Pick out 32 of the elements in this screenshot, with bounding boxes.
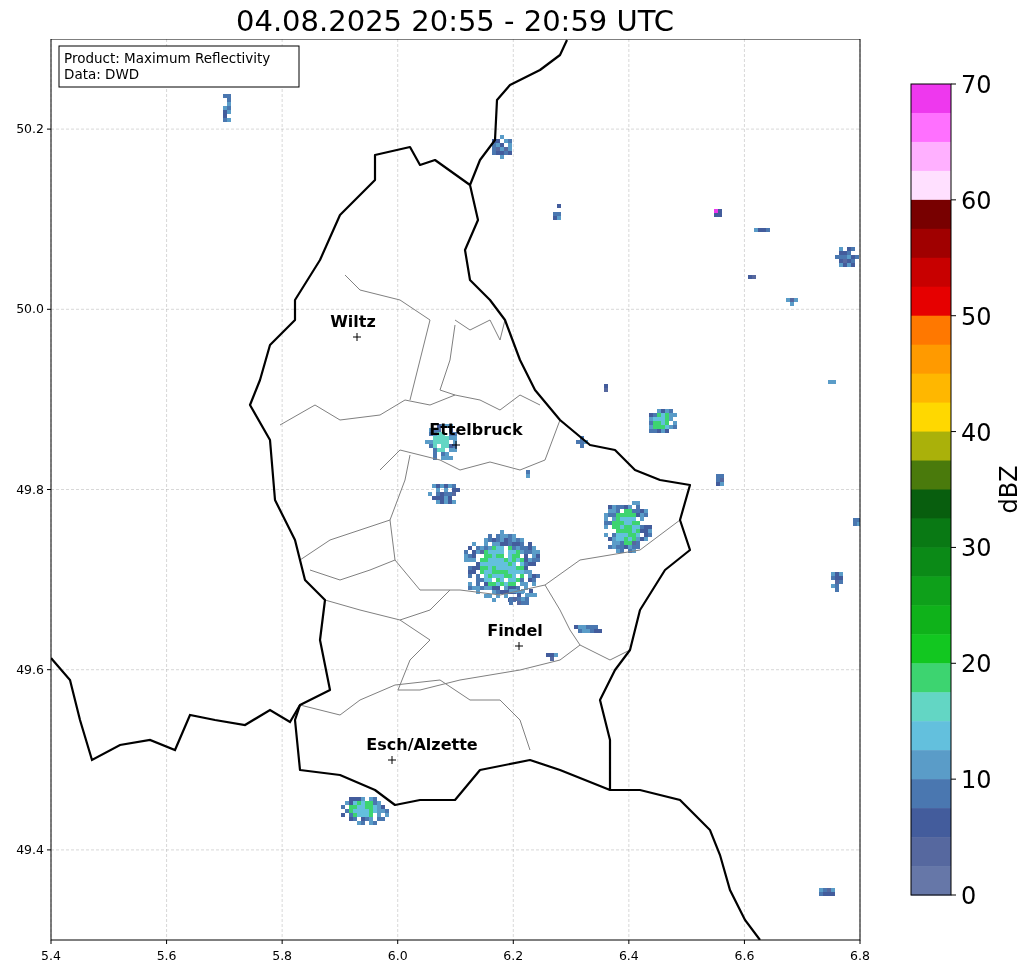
city-label: Esch/Alzette [366,735,478,754]
x-tick-label: 6.0 [387,948,408,963]
chart-title: 04.08.2025 20:55 - 20:59 UTC [236,3,674,39]
city-marker-icon [514,641,524,651]
colorbar-tick-label: 40 [961,418,992,447]
x-tick-label: 5.8 [272,948,293,963]
y-tick-label: 49.6 [16,661,44,677]
x-tick-label: 6.4 [618,948,639,963]
city-label: Findel [487,621,543,640]
colorbar-tick-label: 30 [961,534,992,563]
info-text: Product: Maximum Reflectivity [64,50,271,66]
info-text: Data: DWD [64,66,140,82]
x-tick-label: 5.4 [41,948,61,963]
city-marker-icon [352,332,362,342]
y-tick-label: 49.8 [16,481,44,497]
x-tick-label: 6.2 [503,948,524,963]
y-tick-label: 50.2 [16,121,44,137]
colorbar-tick-label: 10 [961,766,992,795]
colorbar-tick-label: 20 [961,650,992,679]
colorbar-label: dBZ [995,465,1023,514]
colorbar-tick-label: 0 [961,882,977,910]
x-tick-label: 5.6 [156,948,177,963]
colorbar-tick-label: 50 [961,302,992,331]
city-marker-icon [451,440,461,450]
y-tick-label: 50.0 [16,301,44,317]
colorbar-tick-label: 60 [961,186,992,215]
colorbar-tick-label: 70 [961,71,992,99]
x-tick-label: 6.6 [734,948,755,963]
city-marker-icon [387,755,397,765]
x-tick-label: 6.8 [850,948,870,963]
city-label: Wiltz [330,312,376,331]
y-tick-label: 49.4 [16,841,44,857]
